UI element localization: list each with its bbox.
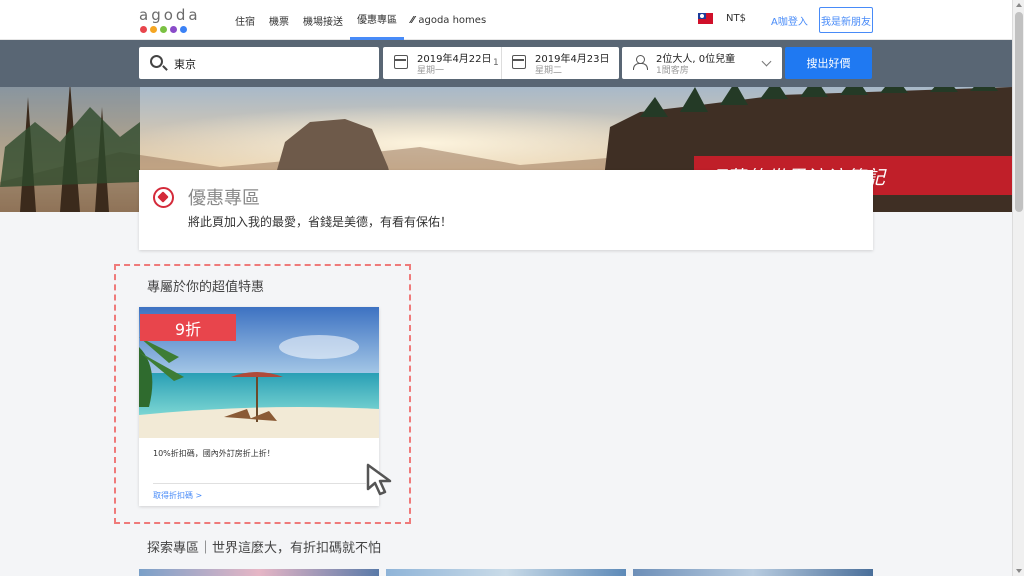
nav-label: 優惠專區 [357,15,397,26]
agoda-logo[interactable]: agoda [139,5,201,35]
date-picker[interactable]: 2019年4月22日 星期一 1 2019年4月23日 星期二 [383,47,619,79]
nav-label: 機票 [269,16,289,28]
page-title: 優惠專區 [188,188,260,209]
nav-label: agoda homes [418,14,487,26]
discount-badge: 9折 [140,314,236,341]
logo-dot [180,26,187,33]
mouse-cursor-icon [366,463,392,496]
destination-value: 東京 [174,58,196,71]
deals-header-card: 優惠專區 將此頁加入我的最愛，省錢是美德，有看有保佑！ [139,170,873,250]
page-subtitle: 將此頁加入我的最愛，省錢是美德，有看有保佑！ [188,215,453,229]
search-button[interactable]: 搜出好價 [785,47,872,79]
beach-image: 9折 [139,307,379,438]
price-tag-icon [153,187,174,208]
guests-selector[interactable]: 2位大人, 0位兒童 1間客房 [622,47,782,79]
nav-label: 機場接送 [303,16,343,28]
signup-button[interactable]: 我是新朋友 [819,7,873,33]
currency-selector[interactable]: NT$ [726,13,746,24]
checkin-field[interactable]: 2019年4月22日 星期一 [383,47,501,79]
nav-item-hotels[interactable]: 住宿 [228,0,262,40]
search-icon [150,55,163,68]
nav-item-flights[interactable]: 機票 [262,0,296,40]
calendar-in-icon [394,55,408,69]
search-bar: 東京 2019年4月22日 星期一 1 2019年4月23日 星期二 2位大人,… [0,40,1012,87]
offer-description: 10%折扣碼，國內外訂房折上折！ [153,449,275,458]
nav-label: 住宿 [235,16,255,28]
scroll-up-icon[interactable] [1016,3,1022,7]
logo-dot [140,26,147,33]
destination-field[interactable]: 東京 [139,47,379,79]
taiwan-flag-icon[interactable] [698,13,713,24]
checkin-weekday: 星期一 [417,66,445,76]
divider [153,483,366,484]
logo-dot [150,26,157,33]
nav-item-airport-transfer[interactable]: 機場接送 [296,0,350,40]
explore-thumbnail[interactable] [633,569,873,576]
scrollbar-thumb[interactable] [1015,12,1023,212]
logo-dots [140,26,187,33]
exclusive-section-title: 專屬於你的超值特惠 [147,280,265,295]
logo-dot [160,26,167,33]
vertical-scrollbar[interactable] [1012,0,1024,576]
logo-dot [170,26,177,33]
checkout-field[interactable]: 2019年4月23日 星期二 [501,47,619,79]
calendar-out-icon [512,55,526,69]
checkout-weekday: 星期二 [535,66,563,76]
rooms-count: 1間客房 [656,66,689,76]
scroll-down-icon[interactable] [1016,569,1022,573]
main-nav: 住宿 機票 機場接送 優惠專區 ⁄⁄ agoda homes [228,0,493,40]
guests-icon [633,55,648,70]
explore-thumbnail[interactable] [139,569,379,576]
explore-thumbnail[interactable] [386,569,626,576]
homes-icon: ⁄⁄ [411,14,415,26]
explore-section-title: 探索專區｜世界這麼大，有折扣碼就不怕 [147,541,382,556]
nav-item-deals[interactable]: 優惠專區 [350,0,404,40]
nav-item-agoda-homes[interactable]: ⁄⁄ agoda homes [404,0,493,40]
nights-count: 1 [493,58,499,68]
login-link[interactable]: A咖登入 [771,13,808,28]
top-navigation: agoda 住宿 機票 機場接送 優惠專區 ⁄⁄ agoda homes NT$… [0,0,1012,40]
offer-card[interactable]: 9折 10%折扣碼，國內外訂房折上折！ 取得折扣碼 > [139,307,379,506]
chevron-down-icon [761,56,772,67]
logo-text: agoda [139,6,201,24]
get-code-link[interactable]: 取得折扣碼 > [153,490,202,501]
